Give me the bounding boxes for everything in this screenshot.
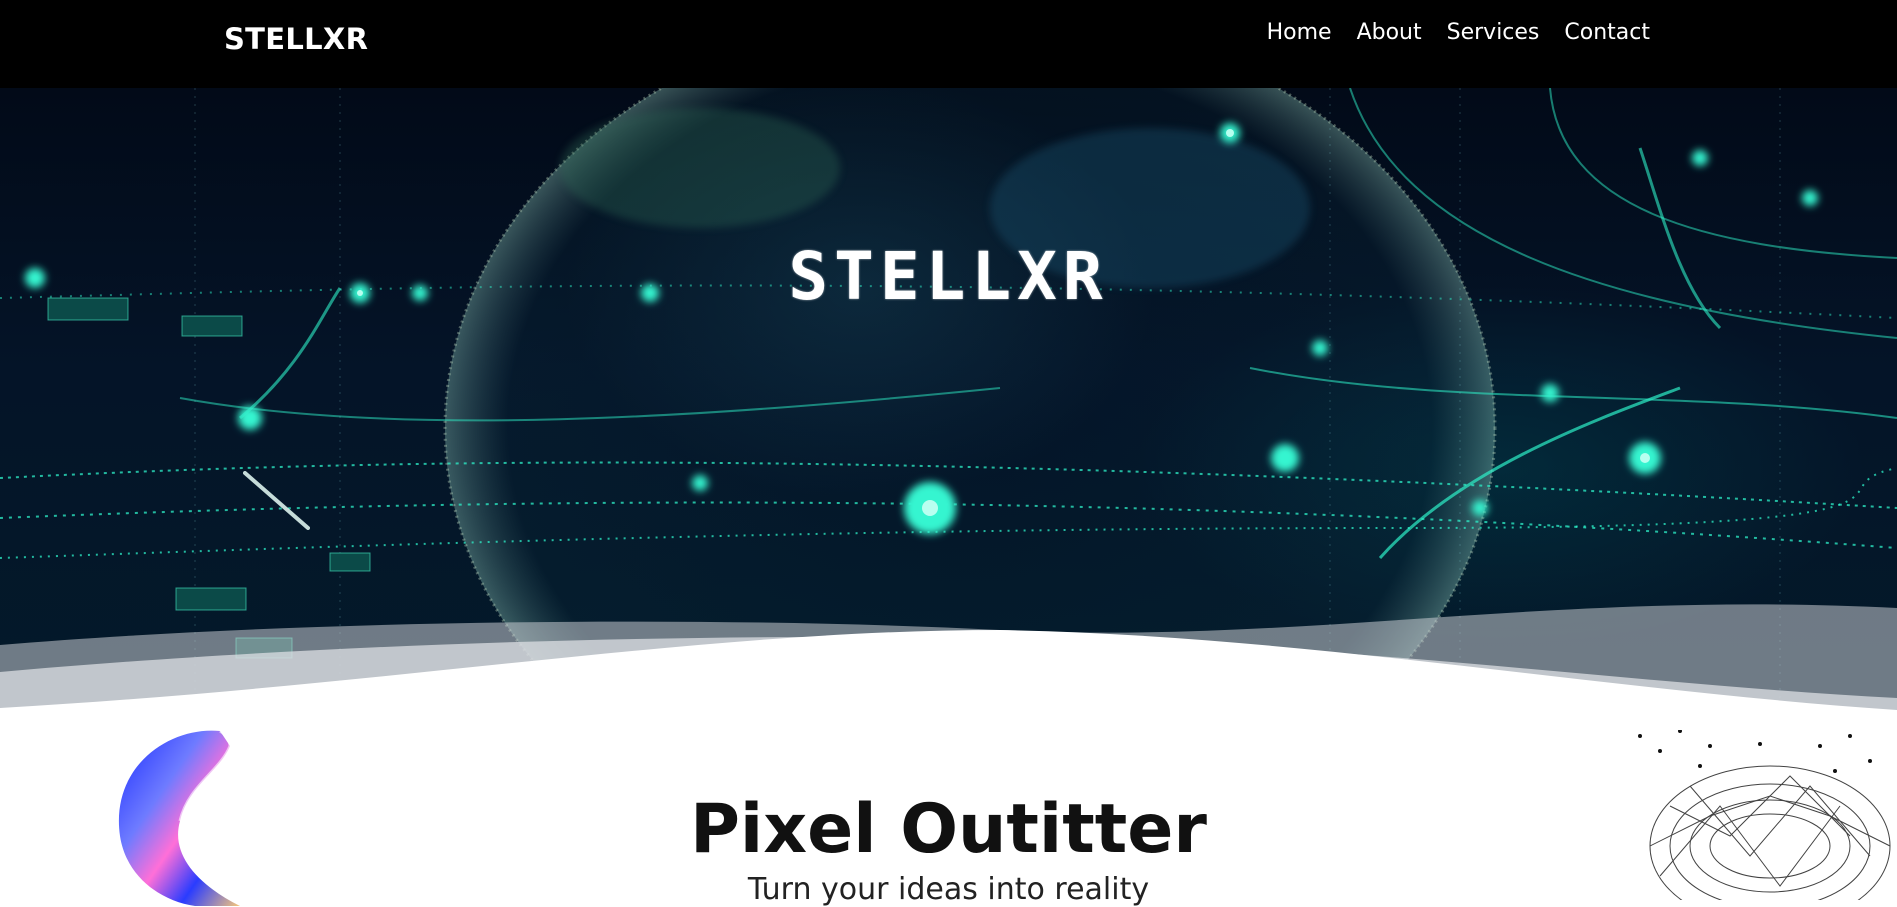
wave-divider xyxy=(0,604,1897,730)
brand-logo[interactable]: STELLXR xyxy=(224,22,368,56)
nav-link-home[interactable]: Home xyxy=(1267,20,1332,45)
nav-link-contact[interactable]: Contact xyxy=(1564,20,1650,45)
section-subtitle: Turn your ideas into reality xyxy=(747,872,1150,907)
section-title: Pixel Outitter xyxy=(690,790,1207,869)
top-navbar: STELLXR Home About Services Contact xyxy=(0,0,1897,88)
nav-link-services[interactable]: Services xyxy=(1447,20,1540,45)
nav-link-about[interactable]: About xyxy=(1357,20,1422,45)
nav-menu: Home About Services Contact xyxy=(1267,20,1650,45)
hero-title: STELLXR xyxy=(788,238,1109,315)
